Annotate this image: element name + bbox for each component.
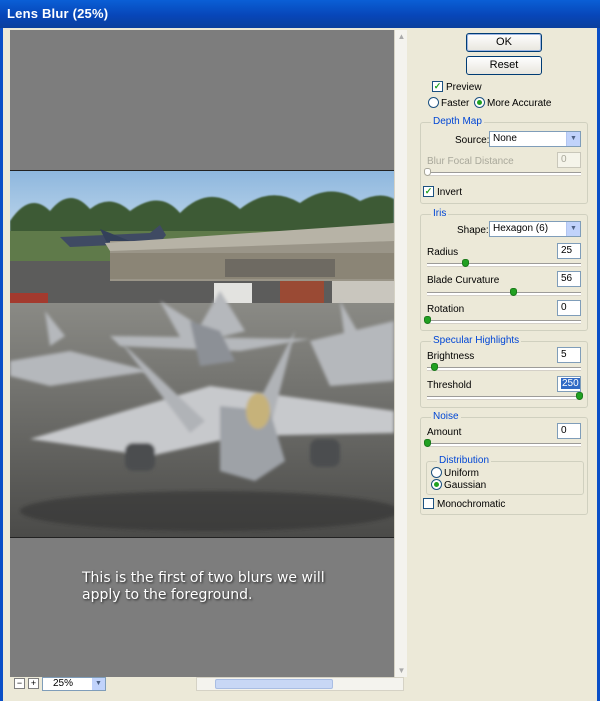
rotation-field[interactable]: 0 xyxy=(557,300,581,316)
threshold-field[interactable]: 250 xyxy=(557,376,581,392)
threshold-slider[interactable] xyxy=(427,396,581,399)
source-label: Source: xyxy=(455,135,490,146)
monochromatic-label: Monochromatic xyxy=(437,499,506,510)
iris-title: Iris xyxy=(431,208,449,219)
gaussian-radio[interactable] xyxy=(431,479,442,490)
rotation-value: 0 xyxy=(561,302,567,313)
blade-curvature-field[interactable]: 56 xyxy=(557,271,581,287)
brightness-slider[interactable] xyxy=(427,367,581,370)
brightness-field[interactable]: 5 xyxy=(557,347,581,363)
window-title: Lens Blur (25%) xyxy=(7,6,109,21)
brightness-handle[interactable] xyxy=(431,363,438,371)
threshold-label: Threshold xyxy=(427,380,472,391)
more-accurate-radio[interactable] xyxy=(474,97,485,108)
blur-focal-distance-handle[interactable] xyxy=(424,168,431,176)
invert-checkbox[interactable]: ✓ xyxy=(423,186,434,197)
zoom-select[interactable]: 25% ▼ xyxy=(42,677,106,691)
radius-slider[interactable] xyxy=(427,263,581,266)
chevron-down-icon: ▼ xyxy=(92,678,105,690)
chevron-down-icon: ▼ xyxy=(566,222,580,236)
amount-handle[interactable] xyxy=(424,439,431,447)
blur-focal-distance-label: Blur Focal Distance xyxy=(427,156,514,167)
threshold-handle[interactable] xyxy=(576,392,583,400)
blade-curvature-handle[interactable] xyxy=(510,288,517,296)
airfield-photo xyxy=(10,171,394,537)
chevron-down-icon: ▼ xyxy=(566,132,580,146)
source-select[interactable]: None ▼ xyxy=(489,131,581,147)
preview-area: This is the first of two blurs we will a… xyxy=(10,30,394,677)
noise-title: Noise xyxy=(431,411,461,422)
uniform-label: Uniform xyxy=(444,468,480,479)
uniform-radio[interactable] xyxy=(431,467,442,478)
threshold-value: 250 xyxy=(561,378,580,389)
brightness-value: 5 xyxy=(561,349,567,360)
preview-checkbox[interactable]: ✓ xyxy=(432,81,443,92)
reset-button[interactable]: Reset xyxy=(466,56,542,75)
zoom-in-button[interactable]: + xyxy=(28,678,39,689)
blade-curvature-slider[interactable] xyxy=(427,292,581,295)
distribution-title: Distribution xyxy=(437,455,492,466)
scroll-up-arrow-icon[interactable]: ▲ xyxy=(395,30,408,43)
radius-label: Radius xyxy=(427,247,459,258)
zoom-value: 25% xyxy=(53,678,74,689)
more-accurate-label: More Accurate xyxy=(487,98,552,109)
scroll-thumb[interactable] xyxy=(215,679,333,689)
amount-field[interactable]: 0 xyxy=(557,423,581,439)
amount-value: 0 xyxy=(561,425,567,436)
ok-button[interactable]: OK xyxy=(466,33,542,52)
rotation-label: Rotation xyxy=(427,304,465,315)
preview-label: Preview xyxy=(446,82,482,93)
amount-slider[interactable] xyxy=(427,443,581,446)
gaussian-label: Gaussian xyxy=(444,480,487,491)
shape-label: Shape: xyxy=(457,225,489,236)
blur-focal-distance-value: 0 xyxy=(561,154,567,165)
radius-value: 25 xyxy=(561,245,573,256)
preview-horizontal-scrollbar[interactable] xyxy=(196,677,404,691)
rotation-handle[interactable] xyxy=(424,316,431,324)
blade-curvature-value: 56 xyxy=(561,273,573,284)
zoom-bar: − + 25% ▼ xyxy=(10,677,407,693)
preview-image xyxy=(10,170,394,538)
radius-field[interactable]: 25 xyxy=(557,243,581,259)
radius-handle[interactable] xyxy=(462,259,469,267)
brightness-label: Brightness xyxy=(427,351,475,362)
preview-vertical-scrollbar[interactable]: ▲ ▼ xyxy=(394,30,407,677)
invert-label: Invert xyxy=(437,187,463,198)
title-bar: Lens Blur (25%) xyxy=(0,0,600,28)
faster-radio[interactable] xyxy=(428,97,439,108)
shape-value: Hexagon (6) xyxy=(493,223,549,234)
shape-select[interactable]: Hexagon (6) ▼ xyxy=(489,221,581,237)
scroll-down-arrow-icon[interactable]: ▼ xyxy=(395,664,408,677)
preview-caption: This is the first of two blurs we will a… xyxy=(82,570,382,604)
monochromatic-checkbox[interactable] xyxy=(423,498,434,509)
depth-map-title: Depth Map xyxy=(431,116,484,127)
blur-focal-distance-field[interactable]: 0 xyxy=(557,152,581,168)
blur-focal-distance-slider[interactable] xyxy=(427,172,581,175)
faster-label: Faster xyxy=(441,98,470,109)
amount-label: Amount xyxy=(427,427,462,438)
caption-line-1: This is the first of two blurs we will xyxy=(82,570,325,586)
rotation-slider[interactable] xyxy=(427,320,581,323)
zoom-out-button[interactable]: − xyxy=(14,678,25,689)
blade-curvature-label: Blade Curvature xyxy=(427,275,500,286)
specular-highlights-title: Specular Highlights xyxy=(431,335,522,346)
source-value: None xyxy=(493,133,517,144)
caption-line-2: apply to the foreground. xyxy=(82,587,253,603)
